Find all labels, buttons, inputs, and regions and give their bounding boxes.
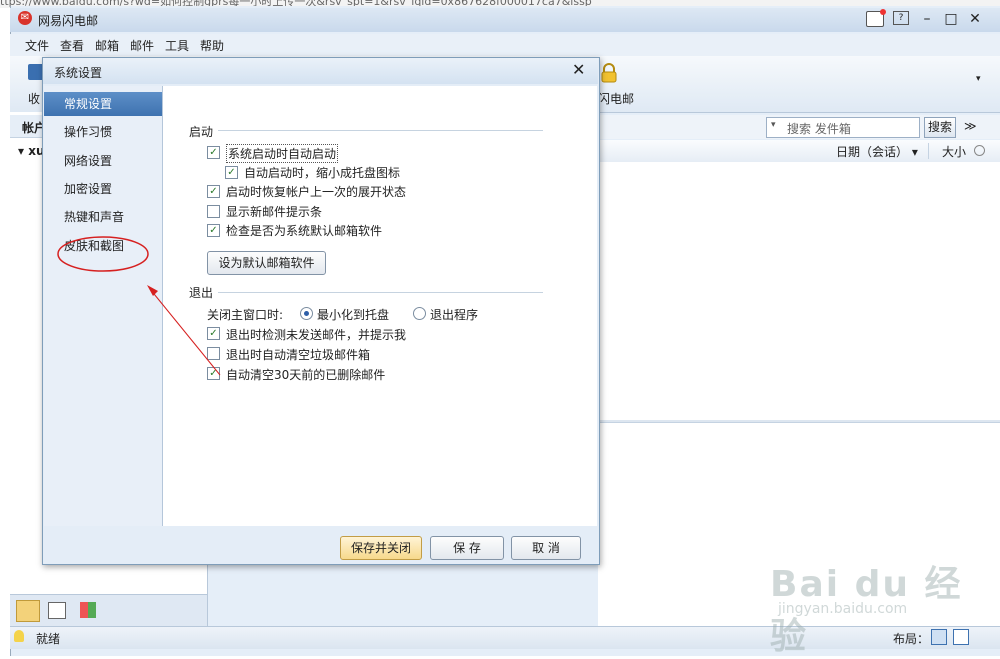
search-button[interactable]: 搜索	[924, 117, 956, 138]
exit-divider	[218, 292, 543, 293]
status-text: 就绪	[36, 632, 61, 646]
search-scope-icon[interactable]: ▾	[771, 120, 776, 130]
label-radio-exit[interactable]: 退出程序	[430, 306, 478, 323]
annotation-arrow-line	[149, 288, 221, 376]
nav-general[interactable]: 常规设置	[44, 92, 162, 116]
toolbar-right-label[interactable]: 闪电邮	[598, 90, 634, 107]
tip-bulb-icon	[14, 630, 24, 642]
search-placeholder: 搜索 发件箱	[787, 122, 851, 136]
column-size[interactable]: 大小	[942, 143, 966, 160]
watermark-url: jingyan.baidu.com	[778, 601, 908, 617]
title-bar	[10, 8, 1000, 32]
nav-encryption[interactable]: 加密设置	[44, 177, 162, 201]
app-logo-icon: ✉	[18, 11, 32, 25]
menu-tools[interactable]: 工具	[165, 37, 189, 54]
maximize-button[interactable]: □	[942, 11, 960, 27]
label-check-unsent[interactable]: 退出时检测未发送邮件，并提示我	[226, 326, 406, 343]
cancel-button[interactable]: 取 消	[511, 536, 581, 560]
app-title: 网易闪电邮	[38, 14, 99, 28]
search-input[interactable]: ▾ 搜索 发件箱	[766, 117, 920, 138]
annotation-overlay	[57, 236, 221, 376]
annotation-ellipse	[57, 236, 149, 272]
label-check-default[interactable]: 检查是否为系统默认邮箱软件	[226, 222, 382, 239]
menu-bar	[10, 34, 1000, 56]
menu-help[interactable]: 帮助	[200, 37, 224, 54]
startup-section-title: 启动	[189, 125, 214, 139]
lock-icon[interactable]	[600, 63, 618, 83]
label-minimize-to-tray[interactable]: 自动启动时，缩小成托盘图标	[244, 164, 400, 181]
minimize-button[interactable]: –	[918, 11, 936, 27]
menu-file[interactable]: 文件	[25, 37, 49, 54]
label-radio-minimize[interactable]: 最小化到托盘	[317, 306, 389, 323]
checkbox-minimize-to-tray[interactable]: ✓	[225, 166, 238, 179]
mail-list-header	[598, 140, 1000, 163]
menu-mail[interactable]: 邮件	[130, 37, 154, 54]
column-options-icon[interactable]	[974, 145, 985, 156]
apps-icon[interactable]	[80, 602, 96, 618]
checkbox-new-mail-tip[interactable]	[207, 205, 220, 218]
dialog-title: 系统设置	[54, 66, 103, 80]
help-icon[interactable]: ?	[893, 11, 909, 25]
save-and-close-button[interactable]: 保存并关闭	[340, 536, 422, 560]
label-restore-state[interactable]: 启动时恢复帐户上一次的展开状态	[226, 183, 406, 200]
baidu-watermark: Bai du 经验 jingyan.baidu.com	[770, 555, 980, 657]
startup-divider	[218, 130, 543, 131]
checkbox-restore-state[interactable]: ✓	[207, 185, 220, 198]
notification-icon[interactable]	[866, 9, 886, 27]
column-divider	[928, 143, 929, 159]
column-date[interactable]: 日期（会话） ▾	[836, 143, 918, 160]
mail-tab-icon[interactable]	[16, 600, 40, 622]
menu-view[interactable]: 查看	[60, 37, 84, 54]
calendar-icon[interactable]	[48, 602, 66, 619]
close-window-button[interactable]: ✕	[966, 11, 984, 27]
dialog-title-bar	[43, 58, 598, 84]
label-autostart[interactable]: 系统启动时自动启动	[226, 144, 339, 163]
dialog-close-icon[interactable]: ✕	[572, 60, 585, 79]
toolbar-overflow-icon[interactable]: ▾	[976, 74, 981, 84]
browser-left-edge	[0, 8, 10, 656]
account-name[interactable]: ▾ xu	[18, 144, 45, 158]
nav-habits[interactable]: 操作习惯	[44, 120, 162, 144]
expand-icon[interactable]: ≫	[964, 119, 977, 133]
checkbox-autostart[interactable]: ✓	[207, 146, 220, 159]
label-new-mail-tip[interactable]: 显示新邮件提示条	[226, 203, 322, 220]
nav-network[interactable]: 网络设置	[44, 149, 162, 173]
save-button[interactable]: 保 存	[430, 536, 504, 560]
receive-button-label[interactable]: 收	[28, 90, 40, 107]
mail-list[interactable]	[598, 162, 1000, 420]
menu-mailbox[interactable]: 邮箱	[95, 37, 119, 54]
label-clear-junk[interactable]: 退出时自动清空垃圾邮件箱	[226, 346, 370, 363]
radio-minimize-to-tray[interactable]	[300, 307, 313, 320]
radio-exit-program[interactable]	[413, 307, 426, 320]
label-clear-deleted[interactable]: 自动清空30天前的已删除邮件	[226, 366, 385, 383]
annotation-arrow-head	[147, 285, 158, 296]
